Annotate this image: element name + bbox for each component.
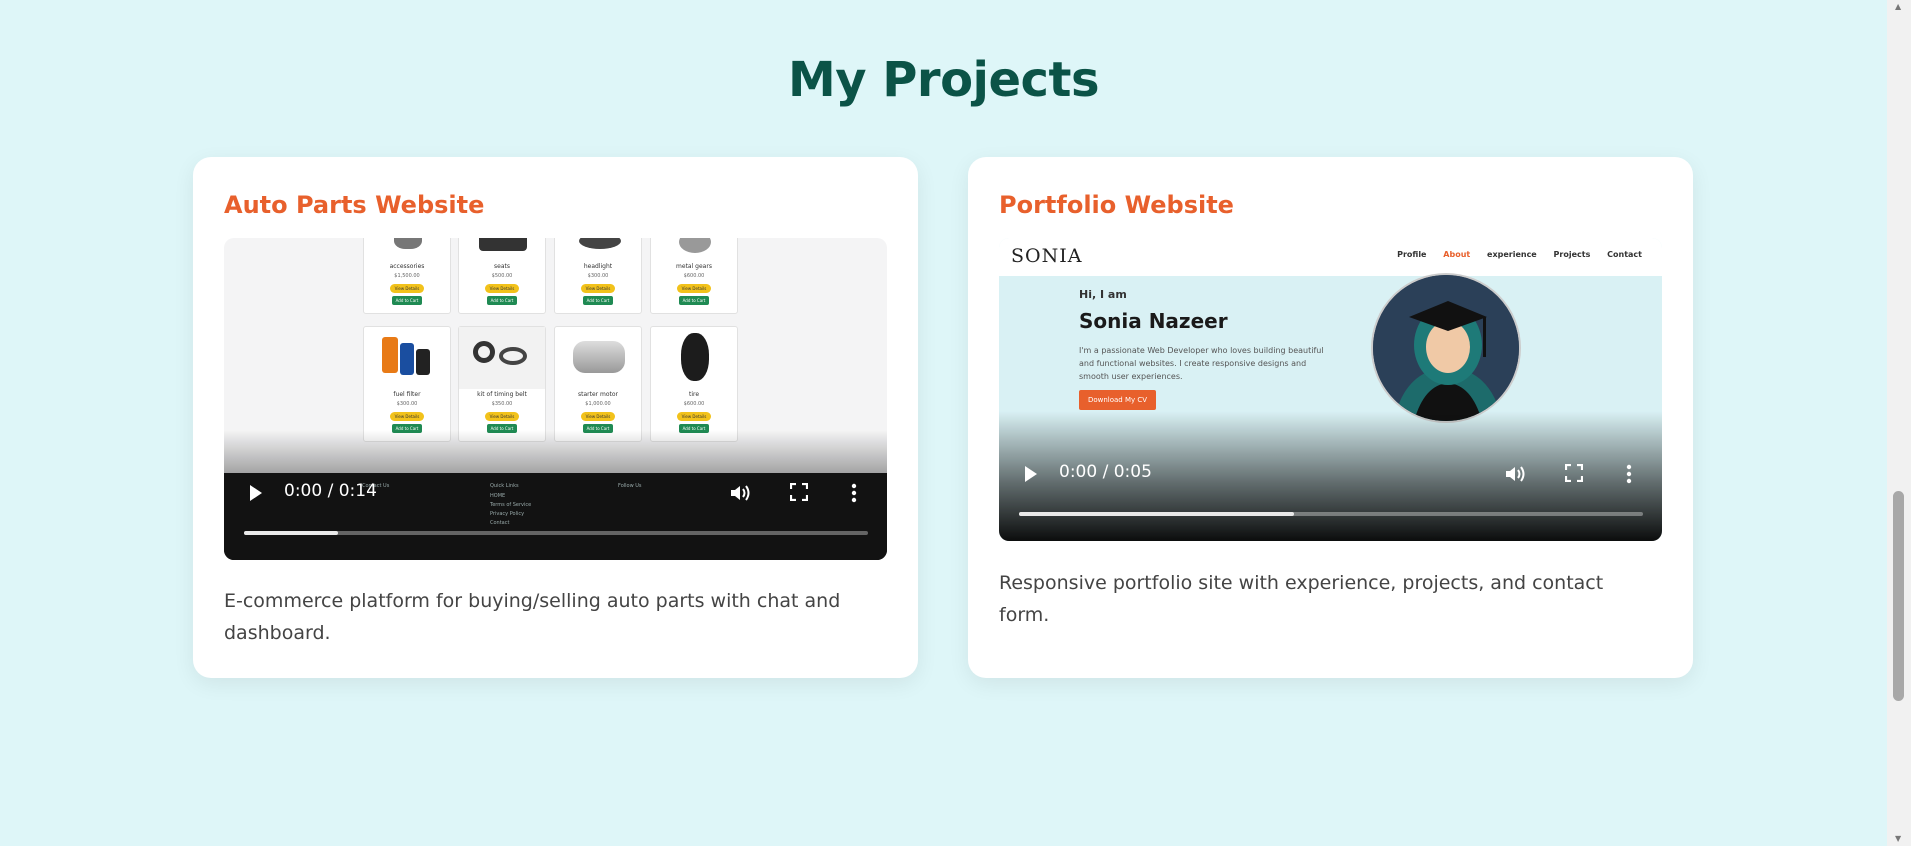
- product-card: headlight $300.00 View Details Add to Ca…: [554, 238, 642, 314]
- view-details-button: View Details: [677, 412, 711, 421]
- view-details-button: View Details: [677, 284, 711, 293]
- avatar: [1371, 273, 1521, 423]
- portfolio-nav-links: Profile About experience Projects Contac…: [1383, 250, 1642, 259]
- page-scrollbar-thumb[interactable]: [1893, 491, 1904, 701]
- volume-icon[interactable]: [1504, 464, 1528, 489]
- video-controls: 0:00 / 0:05: [999, 454, 1662, 494]
- add-to-cart-button: Add to Cart: [583, 296, 613, 305]
- video-frame-navbar: SONIA Profile About experience Projects …: [999, 238, 1662, 276]
- product-price: $300.00: [587, 273, 609, 279]
- video-time: 0:00 / 0:05: [1059, 462, 1152, 482]
- footer-link: Contact: [490, 520, 510, 526]
- product-card: fuel filter $300.00 View Details Add to …: [363, 326, 451, 442]
- download-cv-button: Download My CV: [1079, 390, 1156, 410]
- play-icon[interactable]: [1023, 464, 1039, 489]
- portfolio-intro: I'm a passionate Web Developer who loves…: [1079, 346, 1324, 381]
- product-name: metal gears: [676, 263, 712, 270]
- view-details-button: View Details: [581, 284, 615, 293]
- scroll-down-arrow-icon[interactable]: ▼: [1895, 834, 1901, 843]
- product-price: $1,000.00: [585, 401, 611, 407]
- portfolio-nav-item: Contact: [1607, 250, 1642, 259]
- product-price: $500.00: [491, 273, 513, 279]
- product-price: $300.00: [396, 401, 418, 407]
- project-description: Responsive portfolio site with experienc…: [999, 572, 1604, 626]
- video-progress-fill: [244, 531, 338, 535]
- video-progress-bar[interactable]: [244, 531, 868, 535]
- portfolio-logo: SONIA: [1011, 245, 1083, 267]
- play-icon[interactable]: [248, 483, 264, 508]
- portfolio-nav-item: Profile: [1397, 250, 1427, 259]
- product-name: starter motor: [577, 391, 619, 398]
- view-details-button: View Details: [390, 284, 424, 293]
- product-name: headlight: [583, 263, 613, 270]
- video-controls: 0:00 / 0:14: [224, 473, 887, 513]
- product-card: metal gears $600.00 View Details Add to …: [650, 238, 738, 314]
- project-description: E-commerce platform for buying/selling a…: [224, 590, 841, 644]
- project-card-portfolio: Portfolio Website SONIA Profile About ex…: [968, 157, 1693, 678]
- project-title: Auto Parts Website: [224, 191, 485, 219]
- page-title: My Projects: [787, 52, 1100, 108]
- product-name: seats: [494, 263, 510, 270]
- project-title: Portfolio Website: [999, 191, 1234, 219]
- product-name: kit of timing belt: [477, 391, 527, 398]
- add-to-cart-button: Add to Cart: [487, 296, 517, 305]
- product-price: $600.00: [683, 401, 705, 407]
- portfolio-name: Sonia Nazeer: [1079, 309, 1228, 333]
- view-details-button: View Details: [485, 412, 519, 421]
- project-card-auto-parts: Auto Parts Website accessories $1,500.00…: [193, 157, 918, 678]
- more-options-icon[interactable]: [1626, 464, 1632, 489]
- project-video-player[interactable]: accessories $1,500.00 View Details Add t…: [224, 238, 887, 560]
- product-card: accessories $1,500.00 View Details Add t…: [363, 238, 451, 314]
- product-price: $600.00: [683, 273, 705, 279]
- product-price: $350.00: [491, 401, 513, 407]
- video-progress-fill: [1019, 512, 1294, 516]
- product-card: tire $600.00 View Details Add to Cart: [650, 326, 738, 442]
- add-to-cart-button: Add to Cart: [392, 296, 422, 305]
- view-details-button: View Details: [581, 412, 615, 421]
- more-options-icon[interactable]: [851, 483, 857, 508]
- view-details-button: View Details: [390, 412, 424, 421]
- portfolio-nav-item: Projects: [1553, 250, 1591, 259]
- product-card: starter motor $1,000.00 View Details Add…: [554, 326, 642, 442]
- page-scrollbar-track[interactable]: [1887, 0, 1911, 846]
- product-price: $1,500.00: [394, 273, 420, 279]
- add-to-cart-button: Add to Cart: [679, 296, 709, 305]
- product-name: fuel filter: [393, 391, 421, 398]
- portfolio-nav-item: experience: [1487, 250, 1537, 259]
- product-card: kit of timing belt $350.00 View Details …: [458, 326, 546, 442]
- fullscreen-icon[interactable]: [789, 482, 809, 506]
- volume-icon[interactable]: [729, 483, 753, 508]
- project-video-player[interactable]: SONIA Profile About experience Projects …: [999, 238, 1662, 541]
- portfolio-greeting: Hi, I am: [1079, 288, 1127, 301]
- video-progress-bar[interactable]: [1019, 512, 1643, 516]
- video-time: 0:00 / 0:14: [284, 481, 377, 501]
- product-name: accessories: [389, 263, 425, 270]
- scroll-up-arrow-icon[interactable]: ▲: [1895, 2, 1901, 11]
- product-name: tire: [688, 391, 700, 398]
- product-card: seats $500.00 View Details Add to Cart: [458, 238, 546, 314]
- portfolio-nav-item: About: [1443, 250, 1471, 259]
- fullscreen-icon[interactable]: [1564, 463, 1584, 487]
- view-details-button: View Details: [485, 284, 519, 293]
